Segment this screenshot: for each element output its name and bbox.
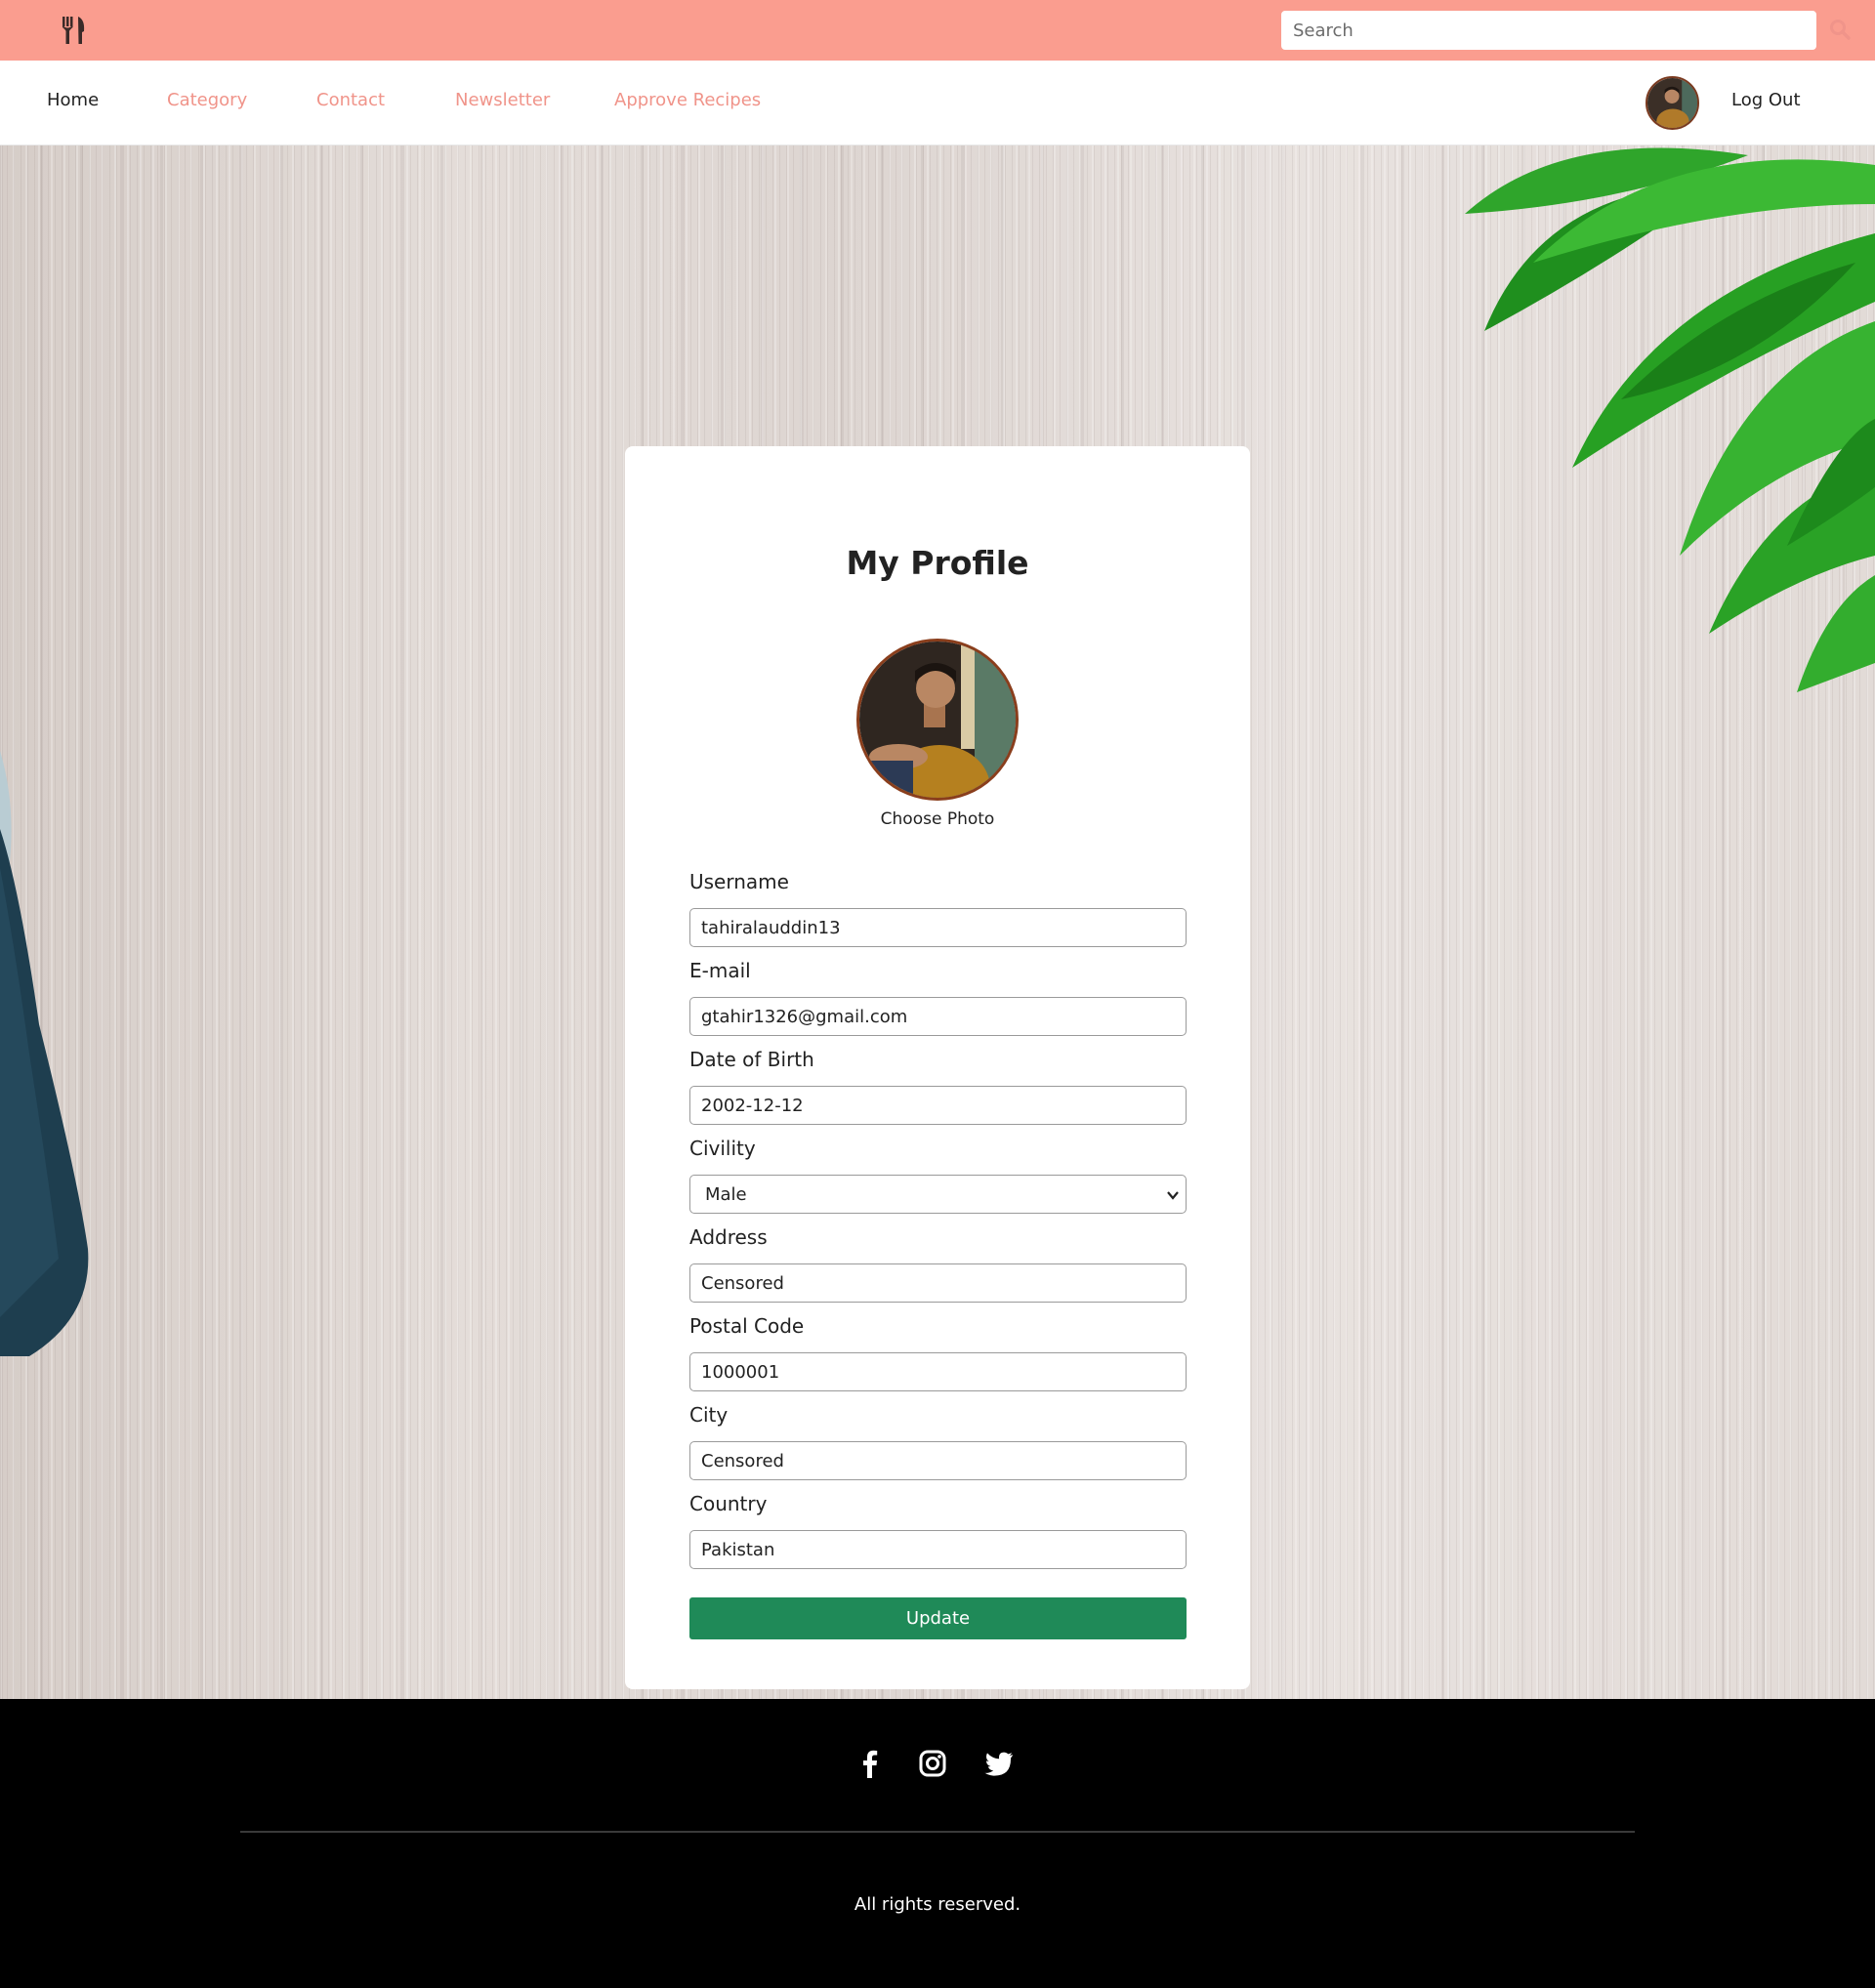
address-label: Address bbox=[689, 1225, 768, 1249]
fork-knife-icon[interactable] bbox=[61, 16, 88, 45]
nav-item-approve-recipes[interactable]: Approve Recipes bbox=[614, 90, 761, 110]
profile-photo[interactable] bbox=[856, 639, 1019, 801]
footer-divider bbox=[240, 1831, 1635, 1833]
profile-card: My Profile Choose Photo Username E-mail … bbox=[625, 446, 1250, 1689]
dob-label: Date of Birth bbox=[689, 1048, 814, 1071]
nav-item-contact[interactable]: Contact bbox=[316, 90, 385, 110]
email-field[interactable] bbox=[689, 997, 1187, 1036]
city-field[interactable] bbox=[689, 1441, 1187, 1480]
username-field[interactable] bbox=[689, 908, 1187, 947]
update-button[interactable]: Update bbox=[689, 1597, 1187, 1639]
username-label: Username bbox=[689, 870, 789, 893]
footer: All rights reserved. bbox=[0, 1699, 1875, 1988]
choose-photo-link[interactable]: Choose Photo bbox=[625, 809, 1250, 829]
civility-selected-value: Male bbox=[705, 1184, 747, 1205]
address-field[interactable] bbox=[689, 1263, 1187, 1303]
avatar[interactable] bbox=[1646, 76, 1699, 130]
postal-code-label: Postal Code bbox=[689, 1314, 805, 1338]
email-label: E-mail bbox=[689, 959, 751, 982]
instagram-icon[interactable] bbox=[917, 1748, 948, 1779]
main-nav: Home Category Contact Newsletter Approve… bbox=[0, 61, 1875, 145]
nav-item-category[interactable]: Category bbox=[167, 90, 247, 110]
country-field[interactable] bbox=[689, 1530, 1187, 1569]
top-bar bbox=[0, 0, 1875, 61]
dob-field[interactable] bbox=[689, 1086, 1187, 1125]
civility-label: Civility bbox=[689, 1137, 756, 1160]
city-label: City bbox=[689, 1403, 729, 1427]
postal-code-field[interactable] bbox=[689, 1352, 1187, 1391]
nav-item-home[interactable]: Home bbox=[47, 90, 99, 110]
civility-select[interactable]: Male bbox=[689, 1175, 1187, 1214]
wood-background: My Profile Choose Photo Username E-mail … bbox=[0, 145, 1875, 1699]
blue-object-decoration bbox=[0, 829, 89, 1356]
search-icon[interactable] bbox=[1829, 19, 1851, 40]
page-title: My Profile bbox=[846, 544, 1029, 582]
country-label: Country bbox=[689, 1492, 768, 1515]
logout-link[interactable]: Log Out bbox=[1731, 90, 1801, 110]
twitter-icon[interactable] bbox=[983, 1748, 1015, 1779]
facebook-icon[interactable] bbox=[854, 1748, 886, 1779]
chevron-down-icon bbox=[1167, 1191, 1179, 1200]
copyright-text: All rights reserved. bbox=[854, 1894, 1021, 1915]
nav-item-newsletter[interactable]: Newsletter bbox=[455, 90, 550, 110]
search-input[interactable] bbox=[1281, 11, 1816, 50]
leaves-decoration bbox=[1465, 147, 1875, 692]
